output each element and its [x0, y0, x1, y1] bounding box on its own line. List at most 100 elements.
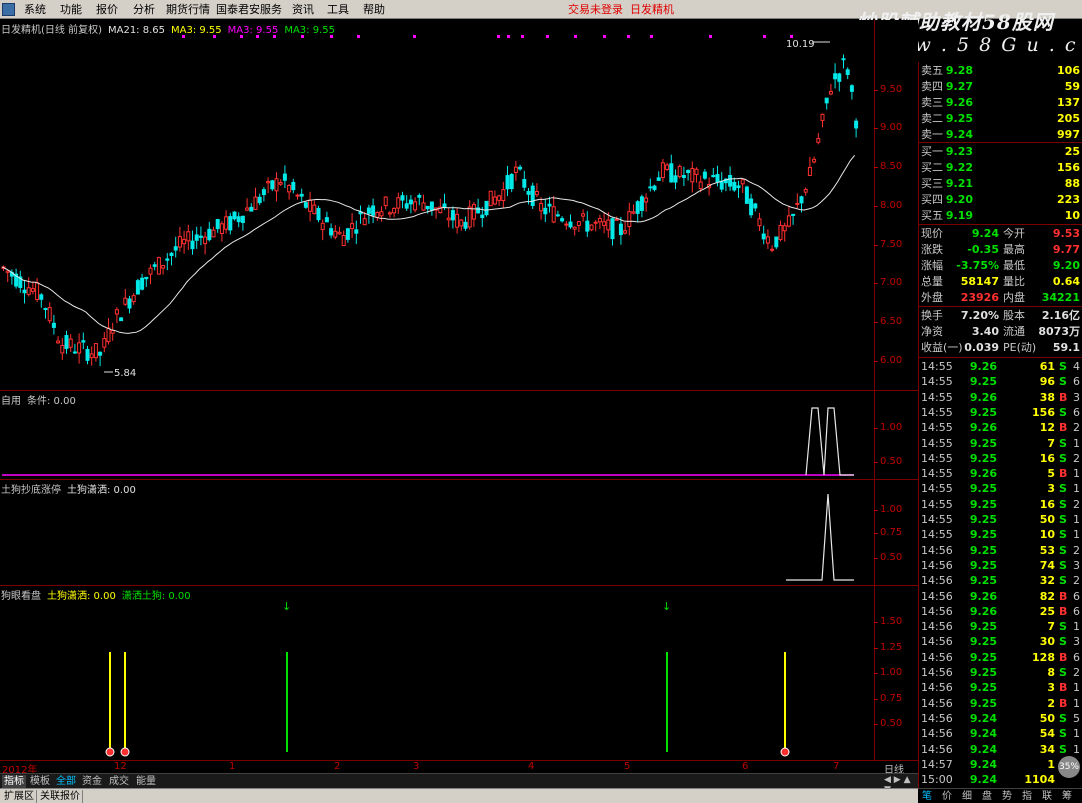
app-icon[interactable]: [2, 3, 15, 16]
menu-item-6[interactable]: 资讯: [290, 2, 316, 17]
bid-row[interactable]: 买五 9.19 10: [919, 208, 1082, 223]
tick-volume: 10: [1039, 528, 1055, 542]
signal-marker: [497, 35, 500, 38]
quote-tab-1[interactable]: 价: [942, 790, 952, 803]
ask-price: 9.25: [945, 112, 973, 125]
indicator-panel-bottom-fish[interactable]: 土狗抄底涨停 土狗潇洒: 0.00 1.00 0.75 0.50: [0, 480, 918, 586]
tab-1[interactable]: 模板: [28, 775, 52, 788]
menu-item-5[interactable]: 国泰君安服务: [214, 2, 284, 17]
stat-value: 9.77: [1052, 243, 1080, 256]
candle-body: [791, 213, 796, 216]
tick-count: 1: [1073, 681, 1080, 695]
candle-body: [198, 235, 203, 238]
menu-item-0[interactable]: 系统: [22, 2, 48, 17]
tick-volume: 3: [1047, 482, 1055, 496]
ask-row[interactable]: 卖三 9.26 137: [919, 95, 1082, 110]
tick-volume: 32: [1039, 574, 1055, 588]
tab-5[interactable]: 能量: [134, 775, 158, 788]
panel4-ytick-mark: [874, 673, 878, 674]
tab-2[interactable]: 全部: [54, 775, 78, 788]
tick-count: 3: [1073, 390, 1080, 404]
tick-time: 14:56: [921, 711, 953, 725]
bid-row[interactable]: 买二 9.22 156: [919, 160, 1082, 175]
tick-row: 14:55 9.26 38 B 3: [919, 390, 1082, 405]
candle-body: [736, 185, 741, 189]
tick-time: 14:55: [921, 528, 953, 542]
chart-area[interactable]: 日发精机(日线 前复权) MA21: 8.65 MA3: 9.55 MA3: 9.55…: [0, 20, 918, 772]
candle-body: [77, 342, 82, 354]
candle-body: [413, 201, 418, 211]
ask-row[interactable]: 卖一 9.24 997: [919, 127, 1082, 142]
tab-4[interactable]: 成交: [107, 775, 131, 788]
quote-tab-3[interactable]: 盘: [982, 790, 992, 803]
candle-body: [51, 322, 56, 328]
quote-tab-5[interactable]: 指: [1022, 790, 1032, 803]
candle-body: [854, 120, 859, 129]
stat-value: 9.53: [1052, 227, 1080, 240]
ask-row[interactable]: 卖四 9.27 59: [919, 79, 1082, 94]
indicator-panel-watch[interactable]: 狗眼看盘 土狗潇洒: 0.00 潇洒土狗: 0.00 ↓ ↓ 1.50 1.25 1.00…: [0, 586, 918, 760]
ask-price: 9.27: [945, 80, 973, 93]
menu-item-4[interactable]: 期货行情: [164, 2, 212, 17]
stat-label: 量比: [1003, 275, 1025, 288]
quote-tab-0[interactable]: 笔: [922, 790, 932, 803]
candle-body: [841, 58, 846, 61]
signal-marker: [790, 35, 793, 38]
ask-price: 9.26: [945, 96, 973, 109]
tab-0[interactable]: 指标: [2, 775, 26, 788]
menu-item-7[interactable]: 工具: [325, 2, 351, 17]
bid-row[interactable]: 买三 9.21 88: [919, 176, 1082, 191]
stat-row: 净资 3.40 流通 8073万: [919, 324, 1082, 339]
menu-item-1[interactable]: 功能: [58, 2, 84, 17]
candle-body: [287, 185, 292, 193]
trade-login-status[interactable]: 交易未登录: [568, 2, 623, 17]
bid-row[interactable]: 买一 9.23 25: [919, 144, 1082, 159]
ask-row[interactable]: 卖五 9.28 106: [919, 63, 1082, 78]
candlestick-panel[interactable]: 日发精机(日线 前复权) MA21: 8.65 MA3: 9.55 MA3: 9.55…: [0, 20, 918, 391]
status-button-0[interactable]: 扩展区: [2, 790, 37, 803]
main_panel-ytick-mark: [874, 90, 878, 91]
bid-vol: 88: [1064, 177, 1080, 190]
tick-price: 9.24: [969, 742, 997, 756]
candle-body: [673, 175, 678, 183]
candle-body: [257, 196, 262, 204]
quote-tab-7[interactable]: 筹: [1062, 790, 1072, 803]
quote-tab-2[interactable]: 细: [962, 790, 972, 803]
tick-side: S: [1059, 482, 1067, 496]
tick-count: 6: [1073, 589, 1080, 603]
signal-marker: [603, 35, 606, 38]
tick-row: 14:56 9.25 128 B 6: [919, 650, 1082, 665]
stock-name-link[interactable]: 日发精机: [630, 2, 674, 17]
candle-body: [47, 307, 52, 322]
status-button-1[interactable]: 关联报价: [38, 790, 83, 803]
tab-3[interactable]: 资金: [80, 775, 104, 788]
panel3-ytick-0: 1.00: [880, 504, 903, 515]
tick-time: 14:56: [921, 681, 953, 695]
tick-row: 14:55 9.25 50 S 1: [919, 512, 1082, 527]
candle-body: [463, 221, 468, 229]
ask-label: 卖一: [921, 128, 943, 141]
quote-tab-4[interactable]: 势: [1002, 790, 1012, 803]
candle-body: [215, 218, 220, 230]
candle-body: [140, 277, 145, 290]
candle-body: [316, 207, 321, 221]
x-tick-8: 7: [833, 761, 840, 772]
menu-item-2[interactable]: 报价: [94, 2, 120, 17]
candle-body: [303, 202, 308, 208]
indicator-panel-custom[interactable]: 自用 条件: 0.00 1.00 0.50: [0, 391, 918, 480]
tick-row: 14:56 9.25 2 B 1: [919, 696, 1082, 711]
ask-row[interactable]: 卖二 9.25 205: [919, 111, 1082, 126]
panel3-ytick-mark: [874, 510, 878, 511]
tick-volume: 96: [1039, 375, 1055, 389]
tick-side: S: [1059, 543, 1067, 557]
menu-item-3[interactable]: 分析: [131, 2, 157, 17]
bid-row[interactable]: 买四 9.20 223: [919, 192, 1082, 207]
panel3-ytick-1: 0.75: [880, 527, 903, 538]
quote-tab-6[interactable]: 联: [1042, 790, 1052, 803]
candle-body: [614, 218, 619, 221]
stat-value: 8073万: [1038, 325, 1080, 338]
candle-body: [165, 258, 170, 261]
menu-item-8[interactable]: 帮助: [361, 2, 387, 17]
stat-label: 现价: [921, 227, 943, 240]
progress-badge: 35%: [1058, 756, 1080, 778]
